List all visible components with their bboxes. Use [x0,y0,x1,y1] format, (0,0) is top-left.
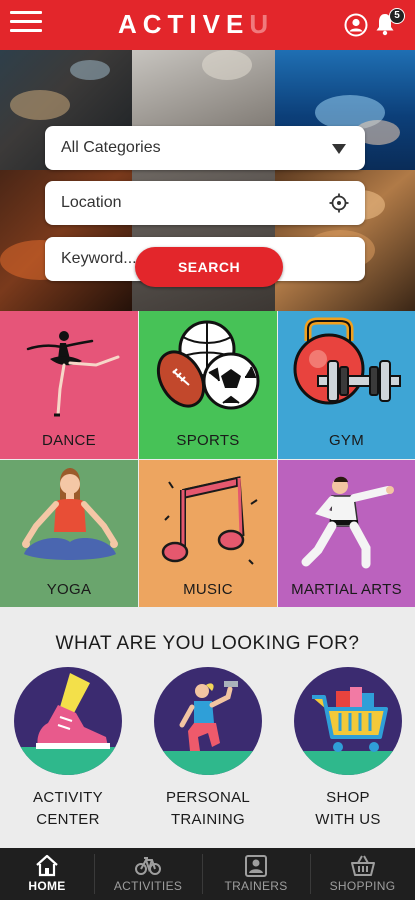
category-tile-gym[interactable]: GYM [278,311,415,459]
category-select[interactable]: All Categories [45,126,365,170]
music-note-icon [161,476,258,565]
category-tile-martial-arts[interactable]: MARTIAL ARTS [278,460,415,608]
ballerina-icon [26,331,120,417]
sports-balls-icon [156,320,260,410]
app-logo: ACTIVEU [118,9,275,39]
option-activity-center[interactable]: ACTIVITY CENTER [12,667,124,831]
option-label-line1: ACTIVITY [33,789,103,806]
option-label-line2: WITH US [315,811,381,828]
nav-label: SHOPPING [329,879,396,893]
kettlebell-dumbbell-icon [293,317,401,405]
option-label-line1: PERSONAL [165,789,251,806]
location-input[interactable]: Location [45,181,365,225]
locate-crosshair-icon[interactable] [329,193,349,213]
option-label-line2: TRAINING [170,811,246,828]
category-select-value: All Categories [61,139,161,156]
hamburger-menu-icon[interactable] [10,11,42,39]
nav-label: ACTIVITIES [113,879,183,893]
category-grid: DANCE SPORTS GYM YOGA MUSIC MARTIAL ARTS [0,311,415,608]
app-header: ACTIVEU 5 [0,0,415,50]
category-label: YOGA [46,581,92,598]
trainer-id-icon [245,855,267,877]
nav-item-activities[interactable]: ACTIVITIES [94,848,202,900]
bicycle-icon [135,857,161,875]
option-label-line1: SHOP [326,789,370,806]
category-tile-yoga[interactable]: YOGA [0,460,138,608]
search-button[interactable]: SEARCH [135,247,283,287]
keyword-placeholder: Keyword... [61,250,137,267]
looking-for-section: WHAT ARE YOU LOOKING FOR? ACTIVITY CENTE… [0,607,415,848]
option-shop-with-us[interactable]: SHOP WITH US [292,667,404,831]
category-tile-music[interactable]: MUSIC [139,460,277,608]
bottom-nav: HOME ACTIVITIES TRAINERS SHOPPING [0,848,415,900]
location-placeholder: Location [61,194,122,211]
category-label: SPORTS [176,432,240,449]
home-icon [36,854,58,877]
shopping-cart-icon [294,667,402,775]
yoga-pose-icon [22,468,118,560]
profile-icon[interactable] [344,13,368,37]
category-tile-sports[interactable]: SPORTS [139,311,277,459]
nav-item-trainers[interactable]: TRAINERS [202,848,310,900]
notification-count-badge: 5 [389,8,405,24]
option-label-line2: CENTER [36,811,100,828]
nav-label: TRAINERS [224,879,288,893]
trainer-icon [154,667,262,775]
category-label: GYM [328,432,365,449]
option-personal-training[interactable]: PERSONAL TRAINING [152,667,264,831]
karate-icon [301,476,394,569]
nav-item-home[interactable]: HOME [0,848,94,900]
dropdown-arrow-icon [332,144,346,154]
nav-item-shopping[interactable]: SHOPPING [310,848,415,900]
nav-label: HOME [28,879,66,893]
category-tile-dance[interactable]: DANCE [0,311,138,459]
category-label: MARTIAL ARTS [291,581,402,598]
basket-icon [350,855,375,876]
running-shoe-icon [14,667,122,775]
category-label: MUSIC [183,581,233,598]
category-label: DANCE [41,432,96,449]
section-title: WHAT ARE YOU LOOKING FOR? [55,633,360,654]
